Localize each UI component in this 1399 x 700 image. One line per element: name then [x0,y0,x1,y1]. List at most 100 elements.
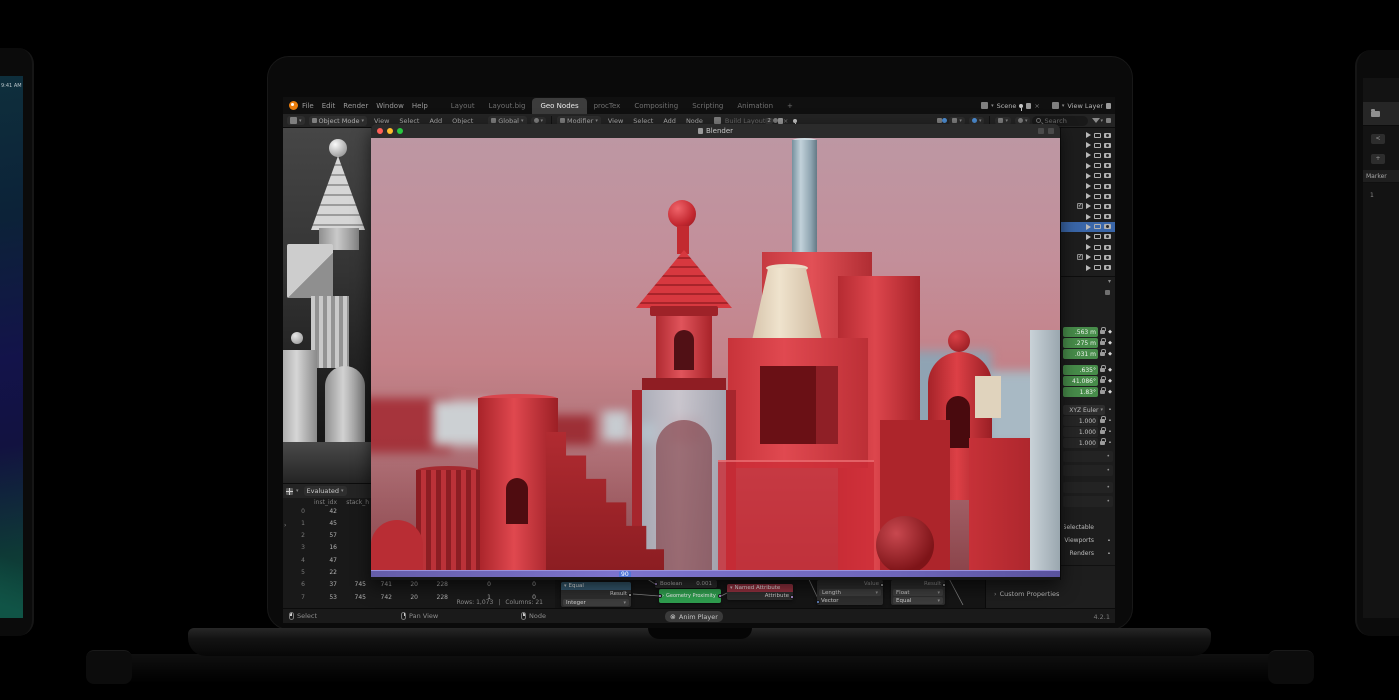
keyframe-icon[interactable]: ◆ [1107,340,1113,346]
screen-toggle-icon[interactable] [1094,224,1101,229]
location-y-field[interactable]: .275 m ◆ [1063,338,1113,348]
menu-file[interactable]: File [298,102,318,110]
column-stack-h[interactable]: stack_h [343,499,369,506]
node-vector-math[interactable]: Value Length▾ Vector [817,580,883,605]
user-count-badge[interactable]: 2 [765,118,773,124]
outliner-row[interactable] [1061,140,1115,150]
output-socket[interactable] [628,593,631,597]
scale-z-field[interactable]: 1.000 • [1063,438,1113,448]
cursor-icon[interactable] [1086,183,1091,189]
outliner-row[interactable] [1061,262,1115,272]
cursor-icon[interactable] [1086,193,1091,199]
node-equal[interactable]: ▾Equal Result Integer▾ [561,582,631,607]
collapsed-section[interactable]: • [1063,465,1113,476]
lock-icon[interactable] [1100,419,1105,423]
new-view-layer-icon[interactable] [1106,103,1111,109]
camera-toggle-icon[interactable] [1104,143,1111,148]
lock-icon[interactable] [1100,379,1105,383]
add-button[interactable]: + [1371,154,1385,164]
filter-icon[interactable] [1092,118,1100,123]
close-traffic-light[interactable] [377,128,383,134]
cursor-icon[interactable] [1086,152,1091,158]
checkbox-icon[interactable]: ✓ [1077,203,1083,209]
screen-toggle-icon[interactable] [1094,184,1101,189]
viewport-clay-render[interactable] [283,128,371,483]
checkbox-icon[interactable]: ✓ [1077,254,1083,260]
tab-proctex[interactable]: procTex [587,100,628,112]
type-dropdown[interactable]: Float▾ [893,589,943,596]
add-workspace-button[interactable]: + [780,100,800,112]
collapsed-section[interactable]: • [1063,482,1113,493]
lock-icon[interactable] [1100,441,1105,445]
scale-y-field[interactable]: 1.000 • [1063,427,1113,437]
menu-edit[interactable]: Edit [318,102,340,110]
lock-icon[interactable] [1100,368,1105,372]
outliner-row[interactable] [1061,171,1115,181]
chevron-down-icon[interactable]: ▾ [991,103,994,109]
anim-player-badge[interactable]: ⊗ Anim Player [665,611,723,622]
rotation-x-field[interactable]: .635° ◆ [1063,365,1113,375]
camera-toggle-icon[interactable] [1104,245,1111,250]
cursor-icon[interactable] [1086,254,1091,260]
operation-dropdown[interactable]: Length▾ [819,589,881,596]
outliner-row[interactable] [1061,232,1115,242]
dot-icon[interactable]: • [1107,440,1113,446]
blender-logo-icon[interactable] [289,101,298,110]
screen-toggle-icon[interactable] [1094,255,1101,260]
column-inst-idx[interactable]: inst_idx [311,499,337,506]
keyframe-icon[interactable]: ◆ [1107,389,1113,395]
output-socket[interactable] [790,595,793,599]
camera-toggle-icon[interactable] [1104,214,1111,219]
visibility-selectable-row[interactable]: Selectable [1061,521,1115,534]
tab-layout-big[interactable]: Layout.big [482,100,533,112]
scene-name[interactable]: Scene [997,102,1017,110]
dot-icon[interactable]: • [1107,429,1113,435]
outliner-row[interactable] [1061,212,1115,222]
screen-toggle-icon[interactable] [1094,234,1101,239]
cursor-icon[interactable] [1086,173,1091,179]
outliner-row[interactable] [1061,130,1115,140]
dot-icon[interactable]: • [1106,551,1112,557]
tab-geo-nodes[interactable]: Geo Nodes [532,98,586,114]
camera-toggle-icon[interactable] [1104,255,1111,260]
spreadsheet-row[interactable]: 6377457412022800 [283,581,555,592]
minimize-traffic-light[interactable] [387,128,393,134]
camera-toggle-icon[interactable] [1104,163,1111,168]
cursor-icon[interactable] [1086,244,1091,250]
lock-icon[interactable] [1100,390,1105,394]
window-option-icon[interactable] [1038,128,1044,134]
cursor-icon[interactable] [1086,203,1091,209]
lock-icon[interactable] [1100,341,1105,345]
rotation-z-field[interactable]: 1.83° ◆ [1063,387,1113,397]
cursor-icon[interactable] [1086,142,1091,148]
back-button[interactable]: < [1371,134,1385,144]
chevron-down-icon[interactable]: ▾ [1062,103,1065,109]
screen-toggle-icon[interactable] [1094,214,1101,219]
cursor-icon[interactable] [1086,214,1091,220]
camera-toggle-icon[interactable] [1104,265,1111,270]
dataset-dropdown[interactable]: Evaluated ▾ [304,486,347,496]
node-geometry-proximity[interactable]: ›Geometry Proximity [659,589,721,603]
camera-toggle-icon[interactable] [1104,194,1111,199]
outliner-row[interactable] [1061,242,1115,252]
cursor-icon[interactable] [1086,163,1091,169]
chevron-down-icon[interactable]: ▾ [1108,278,1111,285]
screen-toggle-icon[interactable] [1094,173,1101,178]
screen-toggle-icon[interactable] [1094,143,1101,148]
node-compare[interactable]: Result Float▾ Equal▾ [891,580,945,605]
output-socket[interactable] [880,583,883,587]
cursor-icon[interactable] [1086,234,1091,240]
dot-icon[interactable]: • [1107,418,1113,424]
pin-icon[interactable] [793,119,797,123]
new-scene-icon[interactable] [1026,103,1031,109]
menu-render[interactable]: Render [339,102,372,110]
panel-expand-arrow[interactable]: › [284,522,286,529]
collapsed-section[interactable]: • [1063,496,1113,507]
screen-toggle-icon[interactable] [1094,265,1101,270]
keyframe-icon[interactable]: ◆ [1107,367,1113,373]
output-socket[interactable] [718,594,721,598]
camera-toggle-icon[interactable] [1104,234,1111,239]
close-icon[interactable]: × [1034,102,1039,110]
operation-dropdown[interactable]: Equal▾ [893,597,943,604]
screen-toggle-icon[interactable] [1094,163,1101,168]
